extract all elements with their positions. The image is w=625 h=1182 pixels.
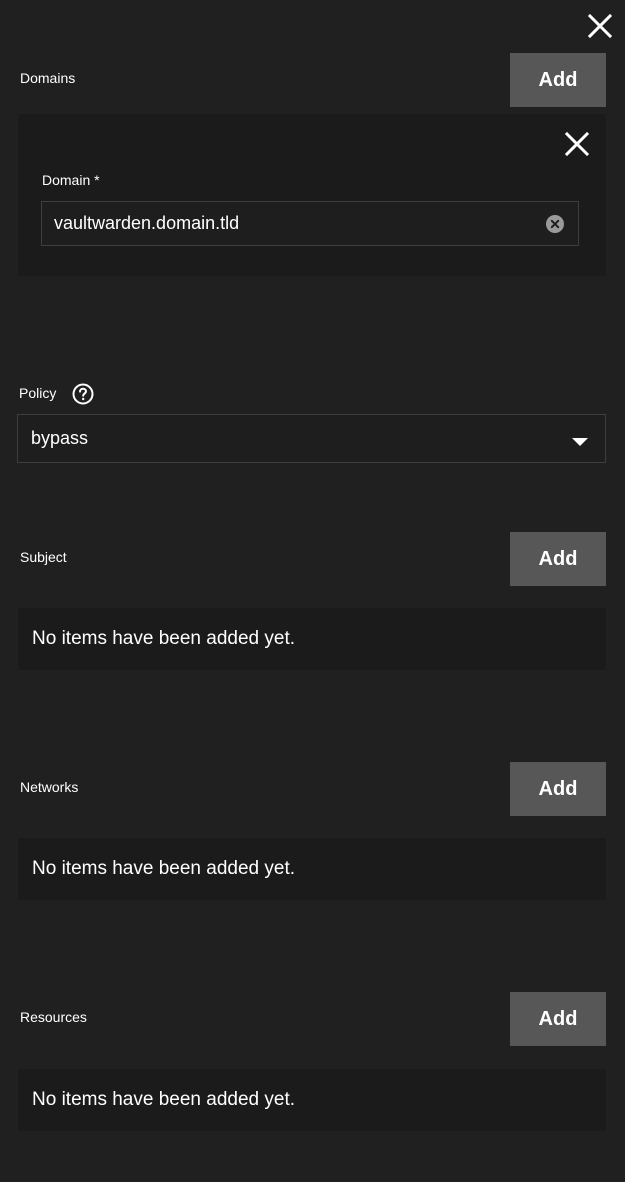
caret-down-icon <box>572 434 588 446</box>
close-icon[interactable] <box>587 13 613 39</box>
networks-add-button[interactable]: Add <box>510 762 606 816</box>
policy-selected-value: bypass <box>31 428 89 448</box>
networks-label: Networks <box>20 779 79 795</box>
resources-add-button[interactable]: Add <box>510 992 606 1046</box>
resources-empty-card: No items have been added yet. <box>18 1069 606 1131</box>
remove-domain-icon[interactable] <box>564 131 590 157</box>
networks-empty-text: No items have been added yet. <box>32 858 296 879</box>
help-icon[interactable] <box>72 383 94 405</box>
subject-empty-card: No items have been added yet. <box>18 608 606 670</box>
policy-select[interactable]: bypass <box>17 414 606 463</box>
subject-add-button[interactable]: Add <box>510 532 606 586</box>
domain-input[interactable] <box>54 202 534 245</box>
domain-field[interactable] <box>41 201 579 246</box>
networks-empty-card: No items have been added yet. <box>18 838 606 900</box>
domain-field-label: Domain * <box>42 172 100 188</box>
resources-empty-text: No items have been added yet. <box>32 1089 296 1110</box>
rule-form-page: Domains Add Domain * Policy bypass <box>0 0 625 1182</box>
subject-empty-text: No items have been added yet. <box>32 628 296 649</box>
domain-item-card <box>18 114 606 276</box>
domains-add-button[interactable]: Add <box>510 53 606 107</box>
resources-label: Resources <box>20 1009 87 1025</box>
domains-label: Domains <box>20 70 76 86</box>
policy-label: Policy <box>19 385 57 401</box>
clear-icon[interactable] <box>546 215 564 233</box>
subject-label: Subject <box>20 549 67 565</box>
